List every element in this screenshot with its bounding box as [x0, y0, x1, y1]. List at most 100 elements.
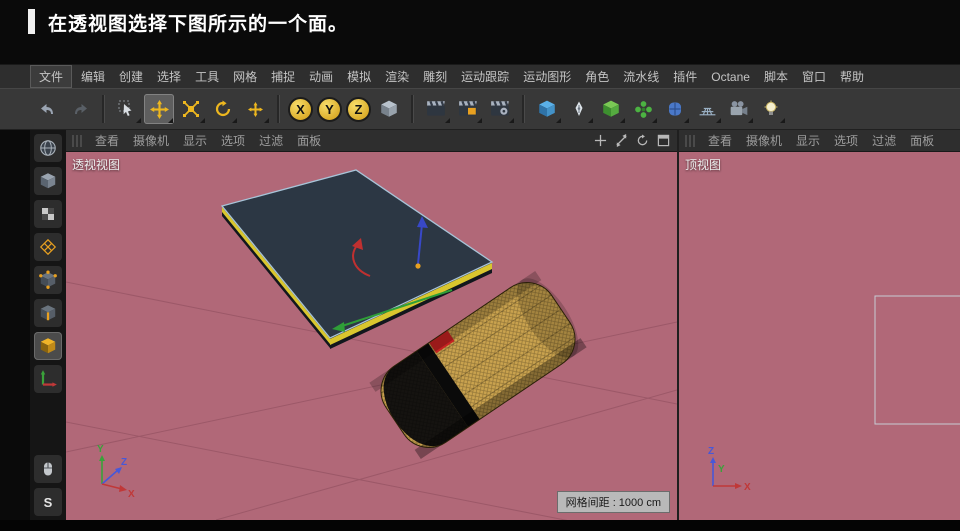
- menu-render[interactable]: 渲染: [378, 65, 416, 88]
- vp-menu-camera[interactable]: 摄像机: [739, 132, 789, 149]
- title-marker: [28, 9, 35, 34]
- polygons-mode-icon: [40, 338, 56, 354]
- rotate-tool-button[interactable]: [208, 94, 238, 124]
- menu-edit[interactable]: 编辑: [74, 65, 112, 88]
- last-tool-button[interactable]: [240, 94, 270, 124]
- vp-menu-panel[interactable]: 面板: [903, 132, 941, 149]
- render-settings-button[interactable]: [485, 94, 515, 124]
- gizmo-center: [415, 263, 421, 269]
- make-editable-button[interactable]: [34, 134, 62, 162]
- toggle-view-button[interactable]: [656, 133, 671, 148]
- vp-menu-camera[interactable]: 摄像机: [126, 132, 176, 149]
- menu-create[interactable]: 创建: [112, 65, 150, 88]
- move-tool-button[interactable]: [144, 94, 174, 124]
- render-picture-viewer-button[interactable]: [453, 94, 483, 124]
- vp-menu-view[interactable]: 查看: [88, 132, 126, 149]
- viewport-menu-grip[interactable]: [685, 134, 697, 147]
- top-viewport-canvas[interactable]: 顶视图 Z Y X: [679, 152, 960, 520]
- redo-button[interactable]: [65, 94, 95, 124]
- subdivision-surface-button[interactable]: [596, 94, 626, 124]
- zoom-view-button[interactable]: [614, 133, 629, 148]
- vp-menu-options[interactable]: 选项: [827, 132, 865, 149]
- edges-mode-button[interactable]: [34, 299, 62, 327]
- menu-tools[interactable]: 工具: [188, 65, 226, 88]
- camera-button[interactable]: [724, 94, 754, 124]
- vp-menu-filter[interactable]: 过滤: [252, 132, 290, 149]
- menu-help[interactable]: 帮助: [833, 65, 871, 88]
- light-button[interactable]: [756, 94, 786, 124]
- snap-icon: S: [43, 494, 53, 510]
- menu-pipeline[interactable]: 流水线: [616, 65, 666, 88]
- rotate-view-icon: [637, 134, 648, 146]
- polygons-mode-button[interactable]: [34, 332, 62, 360]
- undo-button[interactable]: [33, 94, 63, 124]
- snap-button[interactable]: S: [34, 488, 62, 516]
- menu-window[interactable]: 窗口: [795, 65, 833, 88]
- scale-tool-button[interactable]: [176, 94, 206, 124]
- render-view-icon: [427, 100, 445, 116]
- texture-mode-button[interactable]: [34, 200, 62, 228]
- menu-octane[interactable]: Octane: [704, 67, 757, 87]
- axis-y-lock-button[interactable]: Y: [317, 96, 342, 122]
- deformer-button[interactable]: [660, 94, 690, 124]
- plane-top-face[interactable]: [220, 169, 494, 339]
- menu-simulate[interactable]: 模拟: [340, 65, 378, 88]
- points-mode-button[interactable]: [34, 266, 62, 294]
- bottom-bar: [0, 520, 960, 531]
- floor-button[interactable]: [692, 94, 722, 124]
- menu-mograph[interactable]: 运动图形: [516, 65, 578, 88]
- axis-x-lock-button[interactable]: X: [288, 96, 313, 122]
- workspace: S 查看 摄像机 显示 选项 过滤 面板 透视视图 Y Z X 网格间距: 1…: [0, 130, 960, 520]
- cloner-button[interactable]: [628, 94, 658, 124]
- toggle-view-icon: [657, 134, 670, 147]
- render-view-button[interactable]: [421, 94, 451, 124]
- pen-spline-button[interactable]: [564, 94, 594, 124]
- menu-snap[interactable]: 捕捉: [264, 65, 302, 88]
- viewport-solo-button[interactable]: [34, 455, 62, 483]
- menu-plugins[interactable]: 插件: [666, 65, 704, 88]
- top-viewport-menubar: 查看 摄像机 显示 选项 过滤 面板: [679, 130, 960, 152]
- menu-file[interactable]: 文件: [30, 65, 73, 88]
- menu-character[interactable]: 角色: [578, 65, 616, 88]
- edges-mode-icon: [40, 305, 56, 321]
- vp-menu-filter[interactable]: 过滤: [865, 132, 903, 149]
- points-mode-icon: [39, 270, 57, 289]
- menu-select[interactable]: 选择: [150, 65, 188, 88]
- c4d-window: 在透视图选择下图所示的一个面。 文件 编辑 创建 选择 工具 网格 捕捉 动画 …: [0, 0, 960, 531]
- axis-z-lock-button[interactable]: Z: [346, 96, 371, 122]
- pan-view-button[interactable]: [593, 133, 608, 148]
- perspective-viewport-menubar: 查看 摄像机 显示 选项 过滤 面板: [66, 130, 677, 152]
- grid-spacing-label: 网格间距 : 1000 cm: [556, 491, 670, 513]
- menu-sculpt[interactable]: 雕刻: [416, 65, 454, 88]
- live-selection-button[interactable]: [112, 94, 142, 124]
- menu-motion-tracker[interactable]: 运动跟踪: [454, 65, 516, 88]
- vp-menu-panel[interactable]: 面板: [290, 132, 328, 149]
- axis-x-label: X: [128, 489, 135, 500]
- enable-axis-button[interactable]: [34, 365, 62, 393]
- menu-animate[interactable]: 动画: [302, 65, 340, 88]
- toolbar-separator: [522, 95, 525, 123]
- vp-menu-view[interactable]: 查看: [701, 132, 739, 149]
- menu-mesh[interactable]: 网格: [226, 65, 264, 88]
- menu-script[interactable]: 脚本: [757, 65, 795, 88]
- vp-menu-display[interactable]: 显示: [176, 132, 214, 149]
- rotate-view-button[interactable]: [635, 133, 650, 148]
- undo-icon: [41, 104, 53, 114]
- axis-z-label: Z: [708, 446, 714, 457]
- deformer-icon: [669, 102, 681, 116]
- coordinate-system-button[interactable]: [374, 94, 404, 124]
- toolbar-separator: [277, 95, 280, 123]
- perspective-viewport-canvas[interactable]: 透视视图 Y Z X 网格间距: 1000 cm: [66, 152, 677, 520]
- vp-menu-display[interactable]: 显示: [789, 132, 827, 149]
- vp-menu-options[interactable]: 选项: [214, 132, 252, 149]
- workplane-mode-button[interactable]: [34, 233, 62, 261]
- viewport-menu-grip[interactable]: [72, 134, 84, 147]
- model-mode-button[interactable]: [34, 167, 62, 195]
- plane-outline-top[interactable]: [874, 295, 960, 425]
- perspective-scene: Y Z X: [66, 169, 677, 520]
- primitive-cube-icon: [539, 100, 555, 117]
- cloner-icon: [634, 100, 652, 118]
- task-title: 在透视图选择下图所示的一个面。: [48, 14, 349, 35]
- enable-axis-icon: [40, 370, 57, 387]
- primitive-cube-button[interactable]: [532, 94, 562, 124]
